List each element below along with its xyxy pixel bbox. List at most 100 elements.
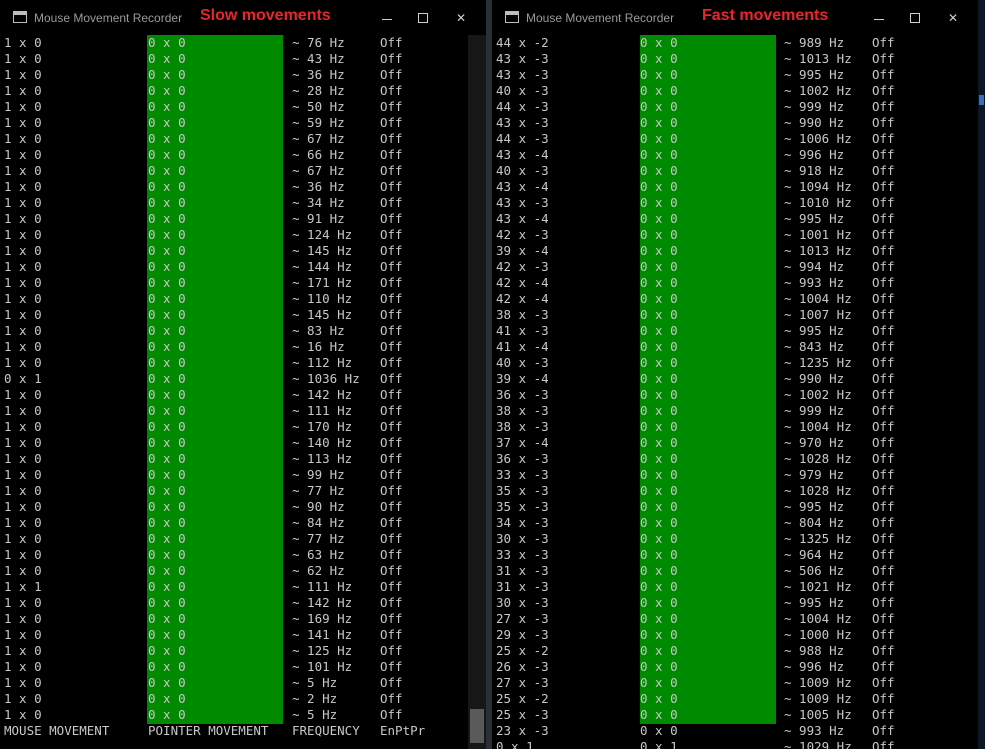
- mouse-movement-cell: 1 x 0: [4, 435, 42, 450]
- mouse-movement-cell: 1 x 0: [4, 499, 42, 514]
- frequency-cell: ~ 59 Hz: [292, 115, 345, 130]
- console-output: 44 x -2 0 x 0 ~ 989 Hz Off 43 x -3 0 x 0 ~ 101…: [492, 35, 978, 749]
- enptpr-cell: Off: [380, 243, 403, 258]
- mouse-movement-cell: 29 x -3: [496, 627, 549, 642]
- pointer-movement-cell: 0 x 0: [148, 403, 186, 418]
- mouse-movement-cell: 1 x 1: [4, 579, 42, 594]
- scrollbar-thumb[interactable]: [470, 709, 484, 743]
- enptpr-cell: Off: [872, 291, 895, 306]
- pointer-movement-cell: 0 x 0: [148, 595, 186, 610]
- maximize-button[interactable]: [904, 9, 926, 27]
- frequency-cell: ~ 1021 Hz: [784, 579, 852, 594]
- enptpr-cell: Off: [380, 707, 403, 722]
- frequency-cell: ~ 142 Hz: [292, 387, 353, 402]
- enptpr-cell: Off: [380, 51, 403, 66]
- mouse-movement-cell: 1 x 0: [4, 611, 42, 626]
- frequency-cell: ~ 5 Hz: [292, 707, 338, 722]
- frequency-cell: ~ 506 Hz: [784, 563, 845, 578]
- frequency-cell: ~ 125 Hz: [292, 643, 353, 658]
- enptpr-cell: Off: [872, 611, 895, 626]
- frequency-cell: ~ 36 Hz: [292, 179, 345, 194]
- mouse-movement-cell: 1 x 0: [4, 675, 42, 690]
- pointer-movement-cell: 0 x 0: [148, 323, 186, 338]
- frequency-cell: ~ 1013 Hz: [784, 243, 852, 258]
- pointer-movement-cell: 0 x 0: [640, 323, 678, 338]
- close-button[interactable]: ✕: [450, 9, 472, 27]
- right-console-window: Mouse Movement Recorder Fast movements ✕…: [492, 0, 978, 749]
- frequency-cell: ~ 66 Hz: [292, 147, 345, 162]
- mouse-movement-cell: 1 x 0: [4, 51, 42, 66]
- pointer-movement-cell: 0 x 0: [148, 275, 186, 290]
- title-bar[interactable]: Mouse Movement Recorder Fast movements ✕: [492, 0, 978, 36]
- edge-mark: [979, 95, 984, 105]
- pointer-movement-cell: 0 x 0: [640, 51, 678, 66]
- pointer-movement-cell: 0 x 0: [148, 675, 186, 690]
- pointer-movement-cell: 0 x 0: [148, 67, 186, 82]
- pointer-movement-cell: 0 x 0: [148, 307, 186, 322]
- pointer-movement-cell: 0 x 0: [148, 531, 186, 546]
- minimize-button[interactable]: [376, 9, 398, 27]
- pointer-movement-cell: 0 x 0: [148, 611, 186, 626]
- enptpr-cell: Off: [380, 323, 403, 338]
- enptpr-cell: Off: [380, 259, 403, 274]
- frequency-cell: ~ 16 Hz: [292, 339, 345, 354]
- frequency-cell: ~ 171 Hz: [292, 275, 353, 290]
- frequency-cell: ~ 36 Hz: [292, 67, 345, 82]
- mouse-movement-cell: 1 x 0: [4, 131, 42, 146]
- frequency-cell: ~ 1000 Hz: [784, 627, 852, 642]
- pointer-movement-cell: 0 x 0: [148, 499, 186, 514]
- minimize-button[interactable]: [868, 9, 890, 27]
- enptpr-cell: Off: [380, 563, 403, 578]
- enptpr-cell: Off: [872, 675, 895, 690]
- mouse-movement-cell: 1 x 0: [4, 211, 42, 226]
- frequency-cell: ~ 111 Hz: [292, 579, 353, 594]
- mouse-movement-cell: 25 x -2: [496, 643, 549, 658]
- close-button[interactable]: ✕: [942, 9, 964, 27]
- enptpr-cell: Off: [380, 307, 403, 322]
- pointer-movement-cell: 0 x 0: [148, 195, 186, 210]
- pointer-movement-cell: 0 x 0: [640, 339, 678, 354]
- enptpr-cell: Off: [380, 227, 403, 242]
- enptpr-cell: Off: [380, 419, 403, 434]
- mouse-movement-cell: 1 x 0: [4, 243, 42, 258]
- frequency-cell: ~ 918 Hz: [784, 163, 845, 178]
- enptpr-cell: Off: [380, 387, 403, 402]
- enptpr-cell: Off: [380, 179, 403, 194]
- pointer-movement-cell: 0 x 0: [640, 643, 678, 658]
- mouse-movement-cell: 25 x -2: [496, 691, 549, 706]
- frequency-cell: ~ 67 Hz: [292, 131, 345, 146]
- frequency-cell: ~ 91 Hz: [292, 211, 345, 226]
- frequency-cell: ~ 1028 Hz: [784, 451, 852, 466]
- mouse-movement-cell: 1 x 0: [4, 419, 42, 434]
- frequency-cell: ~ 77 Hz: [292, 483, 345, 498]
- mouse-movement-cell: 41 x -3: [496, 323, 549, 338]
- frequency-cell: ~ 994 Hz: [784, 259, 845, 274]
- vertical-scrollbar[interactable]: [468, 35, 486, 749]
- enptpr-cell: Off: [380, 595, 403, 610]
- frequency-cell: ~ 990 Hz: [784, 371, 845, 386]
- enptpr-cell: Off: [380, 99, 403, 114]
- mouse-movement-cell: 43 x -3: [496, 67, 549, 82]
- pointer-movement-cell: 0 x 0: [640, 259, 678, 274]
- pointer-movement-cell: 0 x 0: [640, 387, 678, 402]
- pointer-movement-cell: 0 x 0: [148, 83, 186, 98]
- enptpr-cell: Off: [872, 83, 895, 98]
- pointer-movement-cell: 0 x 0: [640, 227, 678, 242]
- pointer-movement-cell: 0 x 0: [640, 435, 678, 450]
- maximize-button[interactable]: [412, 9, 434, 27]
- enptpr-cell: Off: [872, 515, 895, 530]
- pointer-movement-cell: 0 x 0: [148, 291, 186, 306]
- mouse-movement-cell: 43 x -4: [496, 179, 549, 194]
- frequency-cell: ~ 84 Hz: [292, 515, 345, 530]
- pointer-movement-cell: 0 x 0: [148, 163, 186, 178]
- enptpr-cell: Off: [872, 707, 895, 722]
- mouse-movement-cell: MOUSE MOVEMENT: [4, 723, 110, 738]
- mouse-movement-cell: 30 x -3: [496, 531, 549, 546]
- pointer-movement-cell: 0 x 0: [148, 419, 186, 434]
- frequency-cell: ~ 970 Hz: [784, 435, 845, 450]
- left-console-window: Mouse Movement Recorder Slow movements ✕…: [0, 0, 486, 749]
- enptpr-cell: Off: [872, 99, 895, 114]
- title-bar[interactable]: Mouse Movement Recorder Slow movements ✕: [0, 0, 486, 36]
- frequency-cell: ~ 1235 Hz: [784, 355, 852, 370]
- mouse-movement-cell: 33 x -3: [496, 547, 549, 562]
